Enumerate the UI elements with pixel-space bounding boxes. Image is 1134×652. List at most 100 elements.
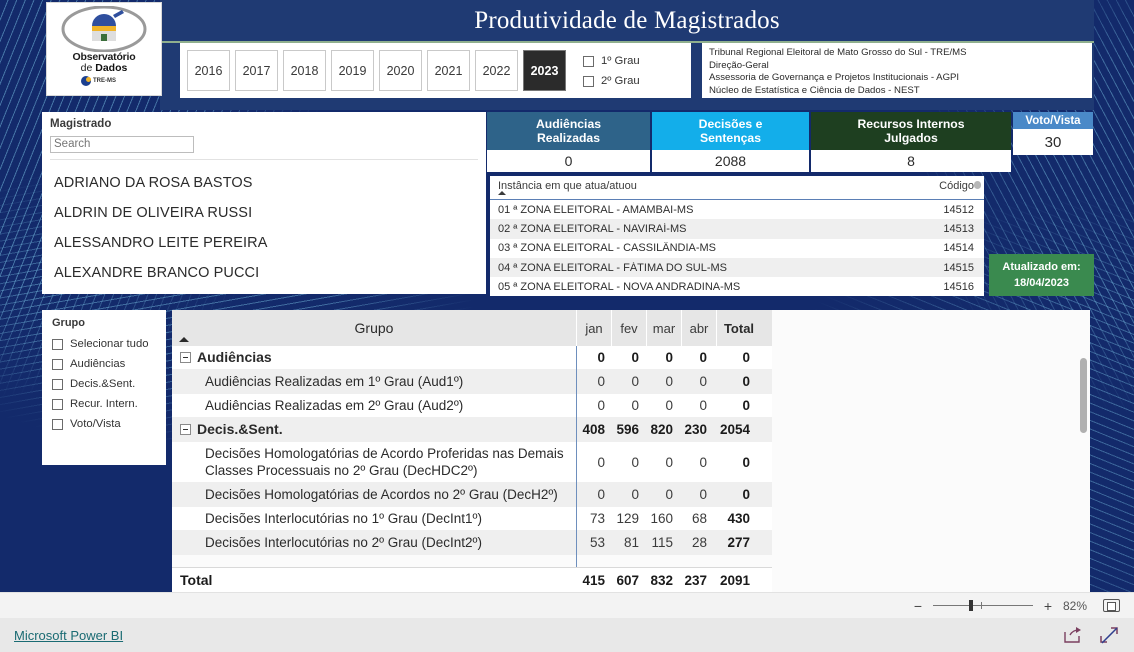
zoom-slider-thumb[interactable] (969, 600, 973, 611)
matrix-cell-jan: 0 (597, 374, 605, 389)
grupo-option-3[interactable]: Decis.&Sent. (52, 374, 166, 394)
magistrado-list-item[interactable]: ALDRIN DE OLIVEIRA RUSSI (50, 198, 478, 228)
matrix-cell-jan: 0 (597, 350, 605, 365)
year-button-2023[interactable]: 2023 (523, 50, 566, 91)
matrix-column-header-grupo-label: Grupo (354, 320, 394, 336)
checkbox-icon[interactable] (52, 358, 63, 370)
instancia-scrollbar-thumb[interactable] (974, 181, 981, 189)
matrix-column-header-fev[interactable]: fev (611, 310, 646, 346)
magistrado-list-item[interactable]: ALESSANDRO LEITE PEREIRA (50, 228, 478, 258)
checkbox-icon[interactable] (52, 418, 63, 430)
grupo-option-label: Selecionar tudo (70, 338, 149, 350)
updated-badge: Atualizado em: 18/04/2023 (989, 254, 1094, 296)
logo-text-de: de (80, 62, 96, 74)
microsoft-power-bi-link[interactable]: Microsoft Power BI (14, 628, 123, 643)
year-button-2020[interactable]: 2020 (379, 50, 422, 91)
matrix-row-label: Decisões Interlocutórias no 2º Grau (Dec… (205, 535, 482, 550)
matrix-visual[interactable]: Grupo jan fev mar abr Total Audiências 0 0… (172, 310, 772, 592)
matrix-cell-total: 0 (742, 374, 750, 389)
year-button-2022[interactable]: 2022 (475, 50, 518, 91)
grupo-option-2[interactable]: Audiências (52, 354, 166, 374)
search-input[interactable] (50, 135, 194, 153)
kpi-card-audiencias-realizadas[interactable]: Audiências Realizadas 0 (487, 112, 650, 172)
matrix-child-row[interactable]: Decisões Homologatórias de Acordo Profer… (172, 442, 772, 483)
zoom-level-label: 82% (1063, 598, 1088, 613)
kpi-card-decisoes-e-sentencas[interactable]: Decisões e Sentenças 2088 (652, 112, 809, 172)
matrix-scrollbar-thumb[interactable] (1080, 358, 1087, 433)
magistrado-slicer[interactable]: Magistrado ADRIANO DA ROSA BASTOSALDRIN … (42, 112, 486, 294)
grau-option-1[interactable]: 1º Grau (583, 51, 691, 71)
grau-slicer[interactable]: 1º Grau 2º Grau (573, 43, 691, 98)
year-button-2018[interactable]: 2018 (283, 50, 326, 91)
instancia-table-row[interactable]: 01 ª ZONA ELEITORAL - AMAMBAI-MS 14512 (490, 200, 984, 219)
checkbox-icon[interactable] (52, 398, 63, 410)
year-button-2017[interactable]: 2017 (235, 50, 278, 91)
instancia-table-header[interactable]: Instância em que atua/atuou Código (490, 176, 984, 200)
matrix-group-row[interactable]: Decis.&Sent. 408 596 820 230 2054 (172, 418, 772, 442)
year-button-2016[interactable]: 2016 (187, 50, 230, 91)
instancia-table-row[interactable]: 02 ª ZONA ELEITORAL - NAVIRAÍ-MS 14513 (490, 219, 984, 239)
checkbox-icon[interactable] (52, 378, 63, 390)
instancia-nome: 04 ª ZONA ELEITORAL - FÁTIMA DO SUL-MS (498, 261, 728, 274)
instancia-nome: 05 ª ZONA ELEITORAL - NOVA ANDRADINA-MS (498, 280, 741, 293)
magistrado-slicer-title: Magistrado (50, 118, 112, 130)
sort-ascending-icon (179, 337, 189, 342)
kpi-value: 0 (487, 150, 650, 172)
zoom-slider[interactable] (933, 600, 1033, 611)
matrix-header-row[interactable]: Grupo jan fev mar abr Total (172, 310, 772, 346)
checkbox-icon[interactable] (583, 75, 594, 87)
year-button-2019[interactable]: 2019 (331, 50, 374, 91)
grupo-option-label: Recur. Intern. (70, 398, 138, 410)
matrix-row-label: Decisões Homologatórias de Acordo Profer… (205, 446, 564, 478)
grau-option-2[interactable]: 2º Grau (583, 71, 691, 91)
matrix-child-row[interactable]: Decisões Interlocutórias no 2º Grau (Dec… (172, 531, 772, 555)
fullscreen-icon[interactable] (1098, 624, 1120, 646)
column-header-instancia[interactable]: Instância em que atua/atuou (498, 180, 939, 192)
zoom-out-button[interactable]: − (913, 599, 923, 613)
matrix-child-row[interactable]: Audiências Realizadas em 2º Grau (Aud2º)… (172, 394, 772, 418)
matrix-visual-container[interactable]: Grupo jan fev mar abr Total Audiências 0 0… (172, 310, 1090, 592)
matrix-column-header-jan[interactable]: jan (576, 310, 611, 346)
matrix-group-row[interactable]: Audiências 0 0 0 0 0 (172, 346, 772, 370)
kpi-title-line1: Recursos Internos (857, 117, 965, 131)
matrix-child-row[interactable]: Audiências Realizadas em 1º Grau (Aud1º)… (172, 370, 772, 394)
collapse-minus-icon[interactable] (180, 424, 191, 435)
kpi-card-recursos-internos-julgados[interactable]: Recursos Internos Julgados 8 (811, 112, 1011, 172)
magistrado-list-item[interactable]: ADRIANO DA ROSA BASTOS (50, 168, 478, 198)
instancia-table-row[interactable]: 03 ª ZONA ELEITORAL - CASSILÂNDIA-MS 1451… (490, 239, 984, 258)
matrix-column-header-grupo[interactable]: Grupo (172, 310, 576, 346)
year-slicer[interactable]: 2016 2017 2018 2019 2020 2021 2022 2023 (180, 43, 591, 98)
zoom-in-button[interactable]: + (1043, 599, 1053, 613)
kpi-title-line2: Realizadas (536, 131, 600, 145)
column-header-codigo[interactable]: Código (939, 180, 974, 192)
instancia-table-row[interactable]: 05 ª ZONA ELEITORAL - NOVA ANDRADINA-MS 1… (490, 277, 984, 296)
grupo-option-1[interactable]: Selecionar tudo (52, 334, 166, 354)
kpi-header: Recursos Internos Julgados (811, 112, 1011, 150)
instancia-nome: 03 ª ZONA ELEITORAL - CASSILÂNDIA-MS (498, 242, 717, 255)
matrix-child-row[interactable]: Decisões Interlocutórias no 1º Grau (Dec… (172, 507, 772, 531)
kpi-value: 8 (811, 150, 1011, 172)
share-icon[interactable] (1062, 624, 1084, 646)
report-title-bar: Produtividade de Magistrados (160, 0, 1094, 43)
fit-to-page-icon[interactable] (1103, 599, 1120, 612)
grupo-option-4[interactable]: Recur. Intern. (52, 394, 166, 414)
grau-option-label: 2º Grau (601, 75, 640, 87)
matrix-column-header-mar[interactable]: mar (646, 310, 681, 346)
kpi-card-voto-vista[interactable]: Voto/Vista 30 (1013, 112, 1093, 155)
checkbox-icon[interactable] (52, 338, 63, 350)
matrix-column-header-total[interactable]: Total (716, 310, 761, 346)
collapse-minus-icon[interactable] (180, 352, 191, 363)
grupo-option-list[interactable]: Selecionar tudo Audiências Decis.&Sent. Rec… (52, 334, 166, 434)
magistrado-list-item[interactable]: ALEXANDRE BRANCO PUCCI (50, 258, 478, 288)
magistrado-list[interactable]: ADRIANO DA ROSA BASTOS ALDRIN DE OLIVEIRA… (50, 168, 478, 288)
instancia-table-row[interactable]: 04 ª ZONA ELEITORAL - FÁTIMA DO SUL-MS 14… (490, 257, 984, 278)
matrix-row-label-cell: Decisões Homologatórias de Acordos no 2º… (172, 483, 576, 506)
matrix-child-row[interactable]: Decisões Homologatórias de Acordos no 2º… (172, 483, 772, 507)
matrix-cell-mar: 0 (665, 350, 673, 365)
grupo-option-5[interactable]: Voto/Vista (52, 414, 166, 434)
instancia-table[interactable]: Instância em que atua/atuou Código 01 ª … (490, 176, 984, 296)
year-button-2021[interactable]: 2021 (427, 50, 470, 91)
matrix-column-header-abr[interactable]: abr (681, 310, 716, 346)
checkbox-icon[interactable] (583, 55, 594, 67)
grupo-slicer[interactable]: Grupo Selecionar tudo Audiências Decis.&Se… (42, 310, 166, 465)
